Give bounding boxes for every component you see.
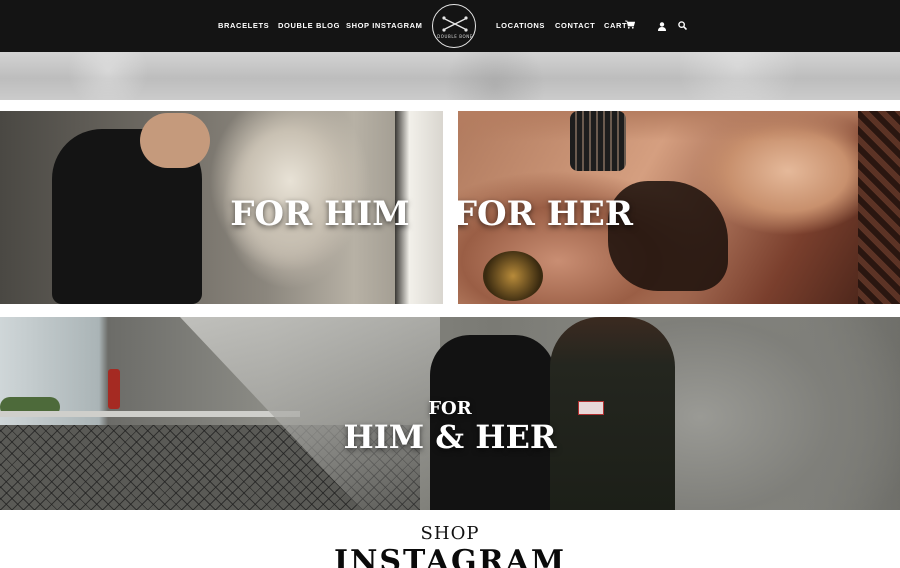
for-him-and-her-title-line1: FOR (428, 398, 472, 419)
nav-link-contact[interactable]: CONTACT (555, 21, 595, 30)
category-tile-for-him-and-her[interactable]: FOR HIM & HER (0, 317, 900, 510)
nav-link-shop-instagram[interactable]: SHOP INSTAGRAM (346, 21, 422, 30)
brand-logo[interactable]: DOUBLE BONE (432, 4, 476, 48)
nav-link-bracelets[interactable]: BRACELETS (218, 21, 269, 30)
man-head-image (140, 113, 210, 168)
concrete-banner-strip (0, 52, 900, 100)
nav-link-locations[interactable]: LOCATIONS (496, 21, 545, 30)
for-her-title: FOR HER (458, 194, 634, 234)
for-him-title: FOR HIM (230, 194, 410, 234)
shop-instagram-label: SHOP (420, 523, 480, 544)
nav-link-cart[interactable]: CART (604, 21, 627, 30)
logo-wordmark: DOUBLE BONE (437, 34, 473, 39)
cart-icon[interactable] (625, 20, 635, 29)
bracelet-stack-image (570, 111, 626, 171)
nav-link-double-blog[interactable]: DOUBLE BLOG (278, 21, 340, 30)
for-him-and-her-title-line2: HIM & HER (343, 418, 557, 456)
category-tile-for-her[interactable]: FOR HER (458, 111, 900, 304)
skin-highlight-image (458, 111, 900, 141)
search-icon[interactable] (678, 21, 687, 30)
top-navigation-bar: BRACELETS DOUBLE BLOG SHOP INSTAGRAM DOU… (0, 0, 900, 52)
user-icon[interactable] (658, 22, 666, 31)
sunglasses-image (483, 251, 543, 301)
shop-instagram-heading: INSTAGRAM (333, 544, 567, 568)
crossed-bones-icon (442, 16, 468, 32)
category-tile-for-him[interactable]: FOR HIM (0, 111, 443, 304)
